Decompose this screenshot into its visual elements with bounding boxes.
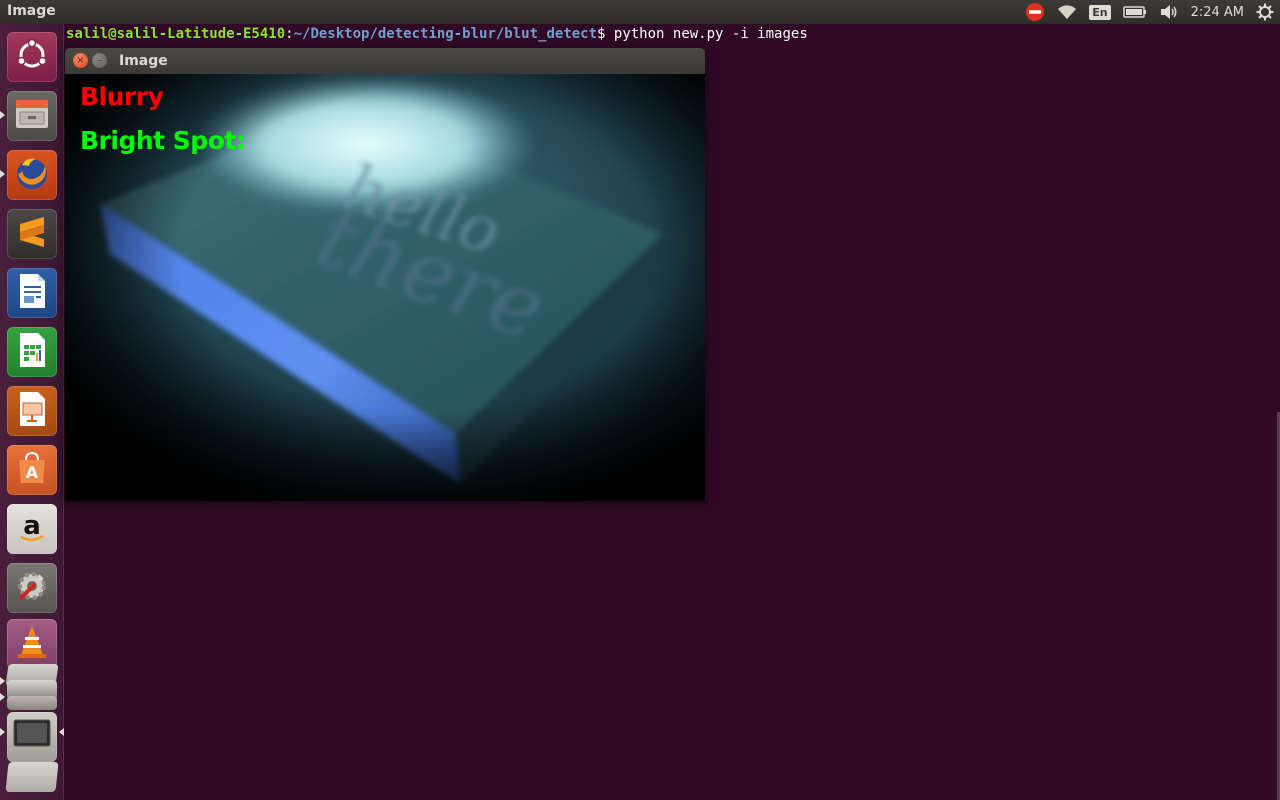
launcher-item-stacked[interactable] <box>7 696 57 710</box>
launcher-item-files[interactable] <box>7 91 57 141</box>
launcher-item-sublime-text[interactable] <box>7 209 57 259</box>
amazon-icon: a <box>15 509 49 549</box>
minimize-icon: – <box>97 54 102 66</box>
window-titlebar[interactable]: × – Image <box>65 48 705 74</box>
focused-indicator <box>59 728 64 736</box>
keyboard-layout-badge: En <box>1089 4 1111 20</box>
firefox-icon <box>12 153 52 197</box>
file-cabinet-icon <box>13 96 51 136</box>
impress-icon <box>15 390 49 432</box>
wifi-icon[interactable] <box>1057 0 1077 24</box>
running-indicator <box>0 170 5 178</box>
launcher-item-calc[interactable] <box>7 327 57 377</box>
clock[interactable]: 2:24 AM <box>1191 5 1244 20</box>
top-panel: Image En 2:24 AM <box>0 0 1280 24</box>
running-indicator <box>0 693 5 701</box>
running-indicator <box>0 677 5 685</box>
vlc-cone-icon <box>14 623 50 665</box>
power-gear-icon[interactable] <box>1256 0 1274 24</box>
launcher-item-stacked[interactable] <box>5 762 59 792</box>
launcher-item-software[interactable]: A <box>7 445 57 495</box>
ubuntu-logo-icon <box>14 37 50 77</box>
calc-icon <box>15 331 49 373</box>
prompt-user-host: salil@salil-Latitude-E5410 <box>66 26 286 42</box>
bright-spot-label: Bright Spot: <box>80 126 246 155</box>
minimize-button[interactable]: – <box>92 53 107 68</box>
window-title: Image <box>119 53 168 69</box>
image-canvas: hello there Blurry Bright Spot: <box>65 74 705 501</box>
running-indicator <box>0 111 5 119</box>
terminal-command: python new.py -i images <box>605 26 808 42</box>
running-indicator <box>0 728 5 736</box>
launcher-item-impress[interactable] <box>7 386 57 436</box>
software-center-icon: A <box>14 450 50 490</box>
launcher-item-vlc[interactable] <box>7 619 57 669</box>
terminal-prompt-line: salil@salil-Latitude-E5410:~/Desktop/det… <box>66 25 808 43</box>
active-app-title: Image <box>7 3 56 19</box>
blur-status-label: Blurry <box>80 82 164 111</box>
battery-icon[interactable] <box>1122 0 1147 24</box>
keyboard-icon[interactable]: En <box>1089 0 1111 24</box>
sublime-icon <box>15 214 49 254</box>
no-entry-icon[interactable] <box>1025 0 1045 24</box>
svg-text:A: A <box>26 463 39 482</box>
image-window[interactable]: × – Image Blurry Bright Spot: <box>65 48 705 501</box>
close-button[interactable]: × <box>73 53 88 68</box>
launcher-item-writer[interactable] <box>7 268 57 318</box>
close-icon: × <box>76 54 85 66</box>
svg-text:a: a <box>23 511 41 541</box>
settings-wrench-icon <box>13 567 51 609</box>
volume-icon[interactable] <box>1159 0 1179 24</box>
prompt-path: ~/Desktop/detecting-blur/blut_detect <box>293 26 598 42</box>
prompt-colon: : <box>285 26 294 42</box>
launcher: A a <box>0 24 64 800</box>
launcher-item-amazon[interactable]: a <box>7 504 57 554</box>
launcher-item-firefox[interactable] <box>7 150 57 200</box>
writer-icon <box>15 272 49 314</box>
launcher-item-settings[interactable] <box>7 563 57 613</box>
launcher-item-dash[interactable] <box>7 32 57 82</box>
indicator-area: En 2:24 AM <box>1019 0 1280 24</box>
launcher-item-image-viewer[interactable] <box>7 712 57 762</box>
monitor-icon <box>12 718 52 756</box>
